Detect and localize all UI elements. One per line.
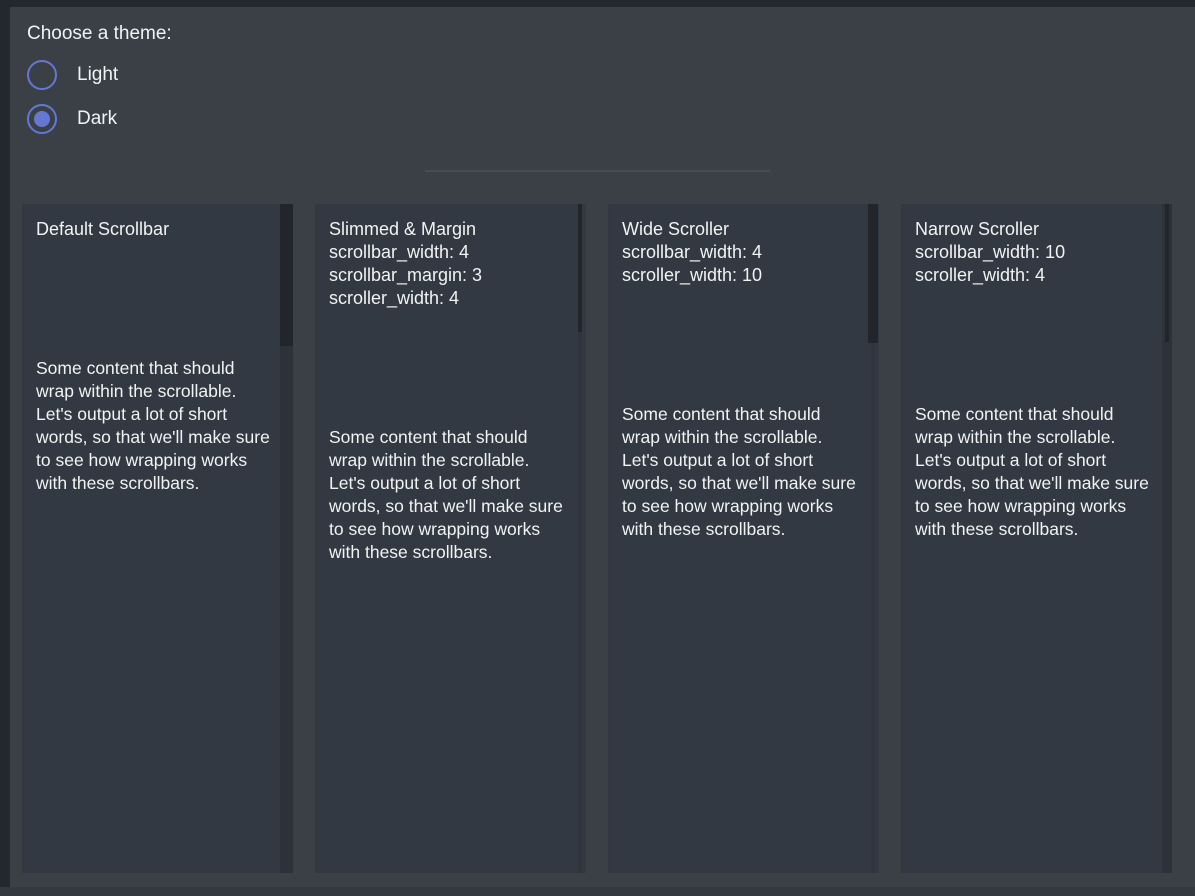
radio-option-light[interactable]: Light [27, 59, 172, 90]
scrollable-panel-slimmed[interactable]: Slimmed & Margin scrollbar_width: 4 scro… [317, 204, 586, 873]
panel-title: Narrow Scroller [915, 218, 1172, 241]
radio-selected-icon[interactable] [27, 104, 57, 134]
scrollbar-thumb[interactable] [578, 204, 582, 332]
theme-selector: Choose a theme: Light Dark [27, 22, 172, 134]
radio-option-dark[interactable]: Dark [27, 103, 172, 134]
panel-paragraph: Some content that should wrap within the… [622, 403, 858, 541]
panel-param: scrollbar_width: 4 [329, 241, 586, 264]
radio-label-light: Light [77, 64, 118, 86]
panel-param: scroller_width: 4 [329, 287, 586, 310]
scrollbar-thumb[interactable] [1165, 204, 1169, 342]
window-frame-bottom [0, 887, 1195, 896]
panel-param: scrollbar_width: 4 [622, 241, 879, 264]
scrollbar-track[interactable] [1162, 204, 1172, 873]
scrollable-panel-narrow-scroller[interactable]: Narrow Scroller scrollbar_width: 10 scro… [903, 204, 1172, 873]
panel-paragraph: Some content that should wrap within the… [915, 403, 1151, 541]
panel-paragraph: Some content that should wrap within the… [329, 426, 565, 564]
scrollbar-track[interactable] [871, 204, 875, 873]
scrollbar-track[interactable] [280, 204, 293, 873]
scrollable-panel-wide-scroller[interactable]: Wide Scroller scrollbar_width: 4 scrolle… [610, 204, 879, 873]
scrollbar-thumb[interactable] [280, 204, 293, 346]
section-divider [425, 170, 770, 172]
scrollable-panel-default[interactable]: Default Scrollbar Some content that shou… [24, 204, 293, 873]
window-frame-left [0, 0, 10, 896]
panel-param: scroller_width: 4 [915, 264, 1172, 287]
panel-title: Default Scrollbar [36, 218, 293, 241]
scrollbar-thumb[interactable] [868, 204, 878, 343]
panel-param: scroller_width: 10 [622, 264, 879, 287]
radio-unselected-icon[interactable] [27, 60, 57, 90]
scrollbar-track[interactable] [578, 204, 582, 873]
panel-param: scrollbar_width: 10 [915, 241, 1172, 264]
radio-label-dark: Dark [77, 108, 117, 130]
panel-title: Wide Scroller [622, 218, 879, 241]
panel-param: scrollbar_margin: 3 [329, 264, 586, 287]
panel-title: Slimmed & Margin [329, 218, 586, 241]
window-frame-top [0, 0, 1195, 7]
theme-prompt: Choose a theme: [27, 22, 172, 46]
panel-paragraph: Some content that should wrap within the… [36, 357, 272, 495]
